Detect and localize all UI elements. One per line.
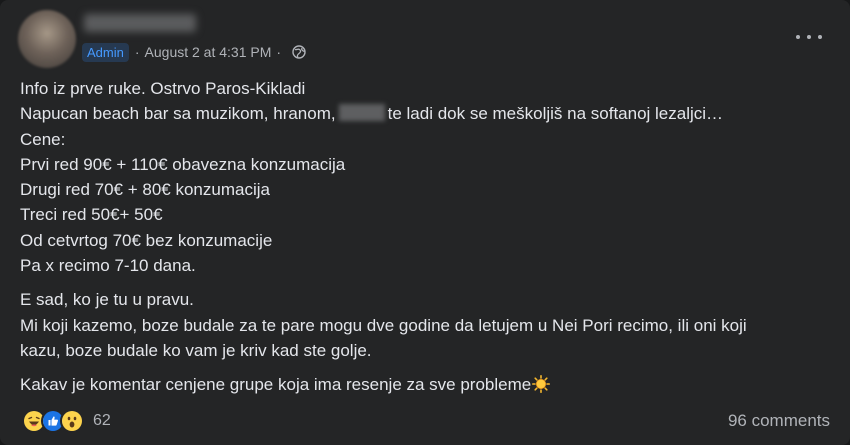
post-footer: 62 96 comments <box>22 408 830 434</box>
meta-separator: · <box>134 44 140 60</box>
redacted-word <box>338 104 385 122</box>
post-line: Info iz prve ruke. Ostrvo Paros-Kikladi <box>20 79 306 98</box>
post-paragraph-1: Info iz prve ruke. Ostrvo Paros-Kikladi … <box>20 76 830 278</box>
comments-count[interactable]: 96 comments <box>728 411 830 431</box>
more-options-icon[interactable] <box>796 30 822 44</box>
post-line: Drugi red 70€ + 80€ konzumacija <box>20 180 270 200</box>
admin-badge: Admin <box>82 42 129 62</box>
post-paragraph-2: E sad, ko je tu u pravu. Mi koji kazemo,… <box>20 287 830 363</box>
post-timestamp[interactable]: August 2 at 4:31 PM <box>145 44 272 60</box>
reaction-summary[interactable]: 62 <box>22 409 111 433</box>
post-paragraph-3: Kakav je komentar cenjene grupe koja ima… <box>20 372 830 397</box>
post-body: Info iz prve ruke. Ostrvo Paros-Kikladi … <box>20 76 830 407</box>
post-line: kazu, boze budale ko vam je kriv kad ste… <box>20 340 372 360</box>
globe-icon[interactable] <box>292 45 306 59</box>
meta-separator-2: · <box>276 44 282 60</box>
wow-icon <box>60 409 84 433</box>
post-line: Mi koji kazemo, boze budale za te pare m… <box>20 315 747 335</box>
post-line: Od cetvrtog 70€ bez konzumacije <box>20 230 273 250</box>
sun-emoji-icon <box>532 375 551 394</box>
post-line: E sad, ko je tu u pravu. <box>20 290 194 310</box>
post-line: Treci red 50€+ 50€ <box>20 205 163 225</box>
post-line: Prvi red 90€ + 110€ obavezna konzumacija <box>20 154 346 174</box>
post-line: Pa x recimo 7-10 dana. <box>20 256 196 276</box>
post-line-text: te ladi dok se meškoljiš na softanoj lez… <box>387 104 724 124</box>
post-line-text: Kakav je komentar cenjene grupe koja ima… <box>20 375 532 395</box>
avatar[interactable] <box>18 10 76 68</box>
author-name-redacted[interactable] <box>84 14 196 32</box>
post-meta: Admin · August 2 at 4:31 PM · <box>82 42 306 62</box>
post-line: Kakav je komentar cenjene grupe koja ima… <box>20 372 830 397</box>
post-line: Napucan beach bar sa muzikom, hranom, te … <box>20 101 830 126</box>
post-card: Admin · August 2 at 4:31 PM · Info iz pr… <box>0 0 850 445</box>
post-line-text: Napucan beach bar sa muzikom, hranom, <box>20 104 336 124</box>
post-line: Cene: <box>20 129 66 149</box>
reaction-count[interactable]: 62 <box>93 412 111 430</box>
